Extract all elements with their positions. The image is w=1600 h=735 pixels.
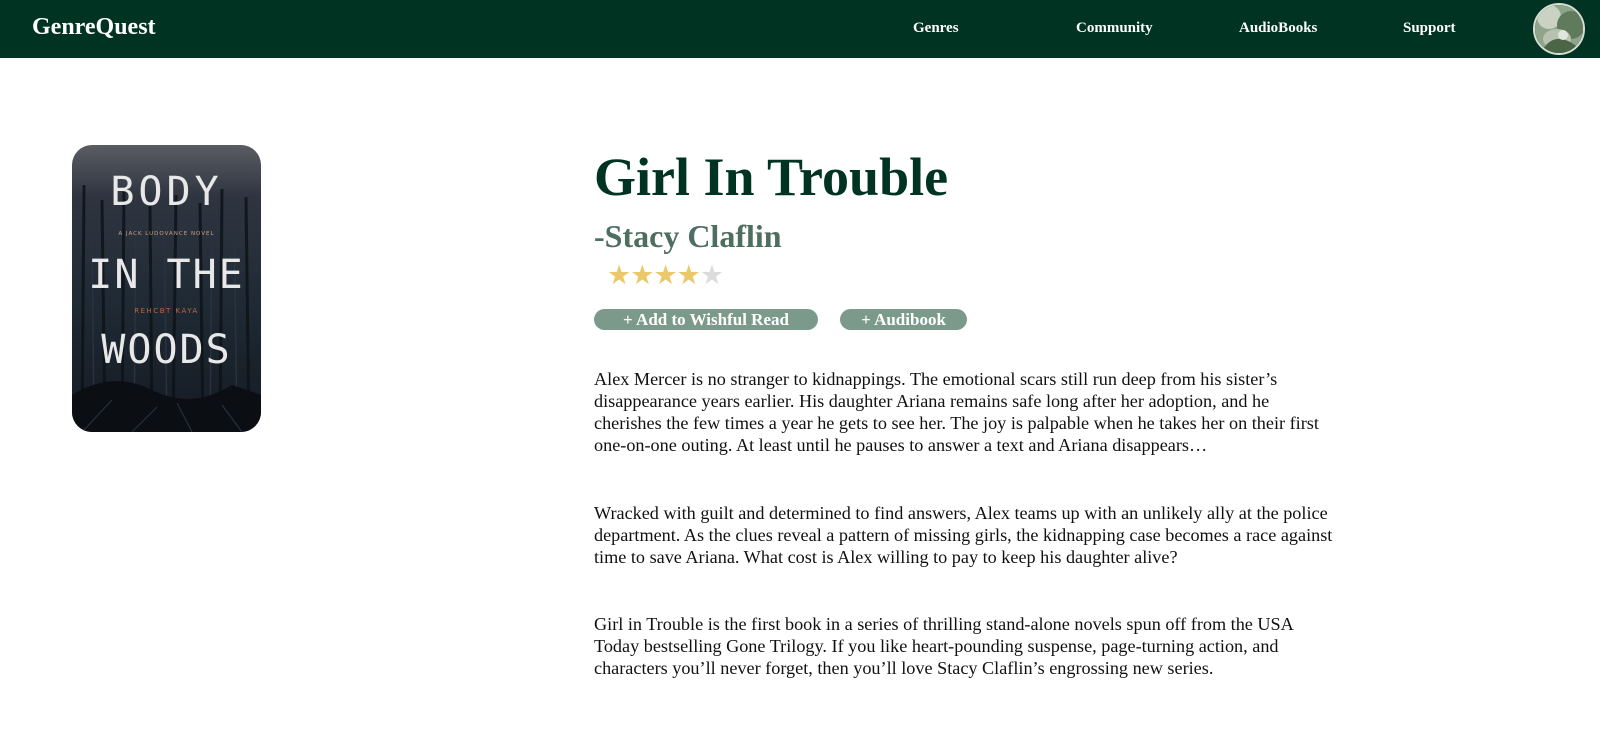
star-filled-icon: ★ <box>607 260 631 291</box>
nav-link-support[interactable]: Support <box>1403 18 1456 38</box>
book-cover-art: BODY A JACK LUDOVANCE NOVEL IN THE REHCB… <box>72 145 261 432</box>
nav-link-audiobooks[interactable]: AudioBooks <box>1239 18 1317 38</box>
description-paragraph: Alex Mercer is no stranger to kidnapping… <box>594 369 1319 455</box>
audiobook-button[interactable]: + Audibook <box>840 309 967 330</box>
cover-word-2: IN THE <box>88 252 245 298</box>
description-paragraph: Girl in Trouble is the first book in a s… <box>594 614 1293 678</box>
nav-link-community[interactable]: Community <box>1076 18 1153 38</box>
book-author: -Stacy Claflin <box>594 218 782 254</box>
cover-series: A JACK LUDOVANCE NOVEL <box>118 231 214 237</box>
star-empty-icon: ★ <box>699 260 724 291</box>
description-paragraph: Wracked with guilt and determined to fin… <box>594 503 1333 567</box>
cover-word-1: BODY <box>110 169 222 215</box>
nav-link-genres[interactable]: Genres <box>913 18 959 38</box>
top-navbar: GenreQuest Genres Community AudioBooks S… <box>0 0 1600 58</box>
user-avatar[interactable] <box>1533 3 1585 55</box>
book-title: Girl In Trouble <box>594 147 949 207</box>
add-to-wishlist-button[interactable]: + Add to Wishful Read <box>594 309 818 330</box>
book-cover: BODY A JACK LUDOVANCE NOVEL IN THE REHCB… <box>72 145 261 432</box>
cover-author: REHCBT KAYA <box>134 307 198 315</box>
star-filled-icon: ★ <box>653 260 677 291</box>
brand-logo[interactable]: GenreQuest <box>32 12 156 42</box>
star-filled-icon: ★ <box>676 260 701 291</box>
star-rating: ★★★★★ <box>607 260 724 291</box>
avatar-photo <box>1535 5 1583 53</box>
cover-word-3: WOODS <box>101 327 231 373</box>
star-filled-icon: ★ <box>630 260 654 291</box>
